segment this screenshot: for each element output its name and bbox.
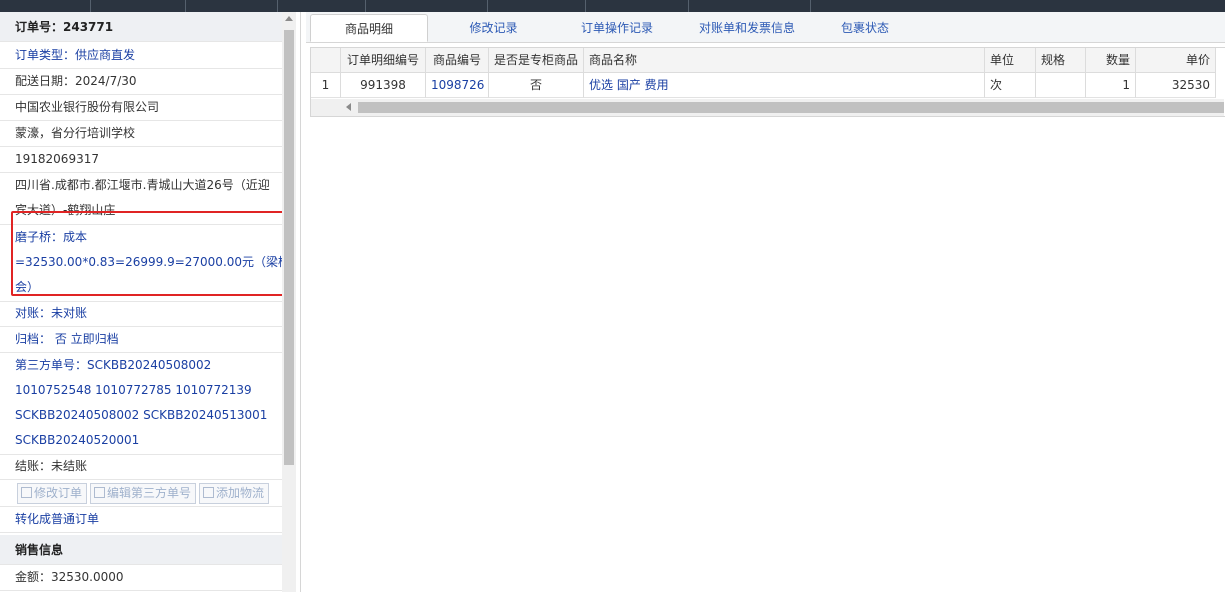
cell-spec bbox=[1036, 73, 1086, 98]
top-nav-tab[interactable] bbox=[185, 0, 278, 12]
top-nav-tab[interactable] bbox=[90, 0, 186, 12]
delivery-address: 四川省.成都市.都江堰市.青城山大道26号（近迎 宾大道）-鹤翔山庄 bbox=[0, 173, 282, 225]
scrollbar-thumb[interactable] bbox=[284, 30, 294, 465]
third-party-line: 第三方单号：SCKBB20240508002 bbox=[15, 358, 212, 372]
tab-statement-invoice[interactable]: 对账单和发票信息 bbox=[682, 14, 812, 42]
add-logistics-label: 添加物流 bbox=[216, 486, 265, 500]
column-header[interactable]: 商品名称 bbox=[584, 48, 985, 73]
company-name: 中国农业银行股份有限公司 bbox=[0, 95, 282, 121]
reconcile-status[interactable]: 对账：未对账 bbox=[0, 301, 282, 327]
detail-tab-bar: 商品明细 修改记录 订单操作记录 对账单和发票信息 包裹状态 bbox=[306, 12, 1225, 43]
scrollbar-thumb[interactable] bbox=[358, 102, 1224, 113]
top-nav-tab[interactable] bbox=[585, 0, 689, 12]
settlement-status: 结账：未结账 bbox=[0, 454, 282, 480]
sales-amount: 金额：32530.0000 bbox=[0, 565, 282, 591]
cost-note-line: 磨子桥：成本 bbox=[15, 230, 88, 244]
cell-unit: 次 bbox=[985, 73, 1036, 98]
third-party-line: SCKBB20240520001 bbox=[15, 433, 140, 447]
sales-info-header: 销售信息 bbox=[0, 535, 282, 565]
top-nav-tab[interactable] bbox=[0, 0, 91, 12]
scroll-left-arrow-icon[interactable] bbox=[346, 103, 351, 111]
delivery-date: 配送日期：2024/7/30 bbox=[0, 69, 282, 95]
contact-name: 蒙濠，省分行培训学校 bbox=[0, 121, 282, 147]
edit-third-party-button[interactable]: 编辑第三方单号 bbox=[90, 483, 196, 504]
top-nav-tab[interactable] bbox=[688, 0, 811, 12]
tab-modification-history[interactable]: 修改记录 bbox=[436, 14, 551, 42]
cost-note: 磨子桥：成本 =32530.00*0.83=26999.9=27000.00元（… bbox=[0, 225, 291, 302]
top-nav-tab[interactable] bbox=[277, 0, 366, 12]
edit-icon bbox=[203, 487, 214, 498]
contact-phone: 19182069317 bbox=[0, 147, 282, 173]
top-nav-tab[interactable] bbox=[365, 0, 488, 12]
address-line: 四川省.成都市.都江堰市.青城山大道26号（近迎 bbox=[15, 178, 270, 192]
edit-icon bbox=[94, 487, 105, 498]
tab-product-details[interactable]: 商品明细 bbox=[310, 14, 428, 42]
third-party-line: SCKBB20240508002 SCKBB20240513001 bbox=[15, 408, 268, 422]
order-info-panel: 订单号：243771 订单类型：供应商直发 配送日期：2024/7/30 中国农… bbox=[0, 12, 301, 592]
column-header[interactable]: 单价 bbox=[1136, 48, 1216, 73]
cell-unit-price: 32530 bbox=[1136, 73, 1216, 98]
edit-icon bbox=[21, 487, 32, 498]
column-header[interactable]: 订单明细编号 bbox=[341, 48, 426, 73]
column-header[interactable]: 是否是专柜商品 bbox=[489, 48, 584, 73]
top-nav-tab[interactable] bbox=[487, 0, 586, 12]
left-panel-scrollbar[interactable] bbox=[282, 12, 296, 592]
tab-package-status[interactable]: 包裹状态 bbox=[818, 14, 912, 42]
cell-detail-id: 991398 bbox=[341, 73, 426, 98]
third-party-line: 1010752548 1010772785 1010772139 bbox=[15, 383, 252, 397]
archive-status[interactable]: 归档： 否 立即归档 bbox=[0, 327, 282, 353]
scroll-up-arrow-icon[interactable] bbox=[285, 16, 293, 21]
tab-operation-log[interactable]: 订单操作记录 bbox=[556, 14, 678, 42]
address-line: 宾大道）-鹤翔山庄 bbox=[15, 203, 116, 217]
row-index: 1 bbox=[311, 73, 341, 98]
cell-product-name-link[interactable]: 优选 国产 费用 bbox=[584, 73, 985, 98]
column-header[interactable]: 单位 bbox=[985, 48, 1036, 73]
column-header[interactable]: 数量 bbox=[1086, 48, 1136, 73]
edit-order-button[interactable]: 修改订单 bbox=[17, 483, 87, 504]
order-number-header: 订单号：243771 bbox=[0, 12, 282, 42]
column-header-index bbox=[311, 48, 341, 73]
cost-note-line: 会） bbox=[15, 280, 40, 294]
product-details-table: 订单明细编号 商品编号 是否是专柜商品 商品名称 单位 规格 数量 单价 1 9… bbox=[310, 47, 1225, 117]
edit-third-party-label: 编辑第三方单号 bbox=[107, 486, 192, 500]
cost-note-line: =32530.00*0.83=26999.9=27000.00元（梁杨 bbox=[15, 255, 291, 269]
top-nav-bar bbox=[0, 0, 1225, 12]
order-type: 订单类型：供应商直发 bbox=[0, 43, 282, 69]
cell-is-counter: 否 bbox=[489, 73, 584, 98]
edit-order-label: 修改订单 bbox=[34, 486, 83, 500]
column-header[interactable]: 规格 bbox=[1036, 48, 1086, 73]
cell-quantity: 1 bbox=[1086, 73, 1136, 98]
add-logistics-button[interactable]: 添加物流 bbox=[199, 483, 269, 504]
third-party-numbers: 第三方单号：SCKBB20240508002 1010752548 101077… bbox=[0, 353, 282, 455]
column-header[interactable]: 商品编号 bbox=[426, 48, 489, 73]
convert-to-normal-order-link[interactable]: 转化成普通订单 bbox=[0, 507, 282, 533]
table-horizontal-scrollbar[interactable] bbox=[311, 99, 1224, 116]
cell-product-id-link[interactable]: 1098726 bbox=[426, 73, 489, 98]
